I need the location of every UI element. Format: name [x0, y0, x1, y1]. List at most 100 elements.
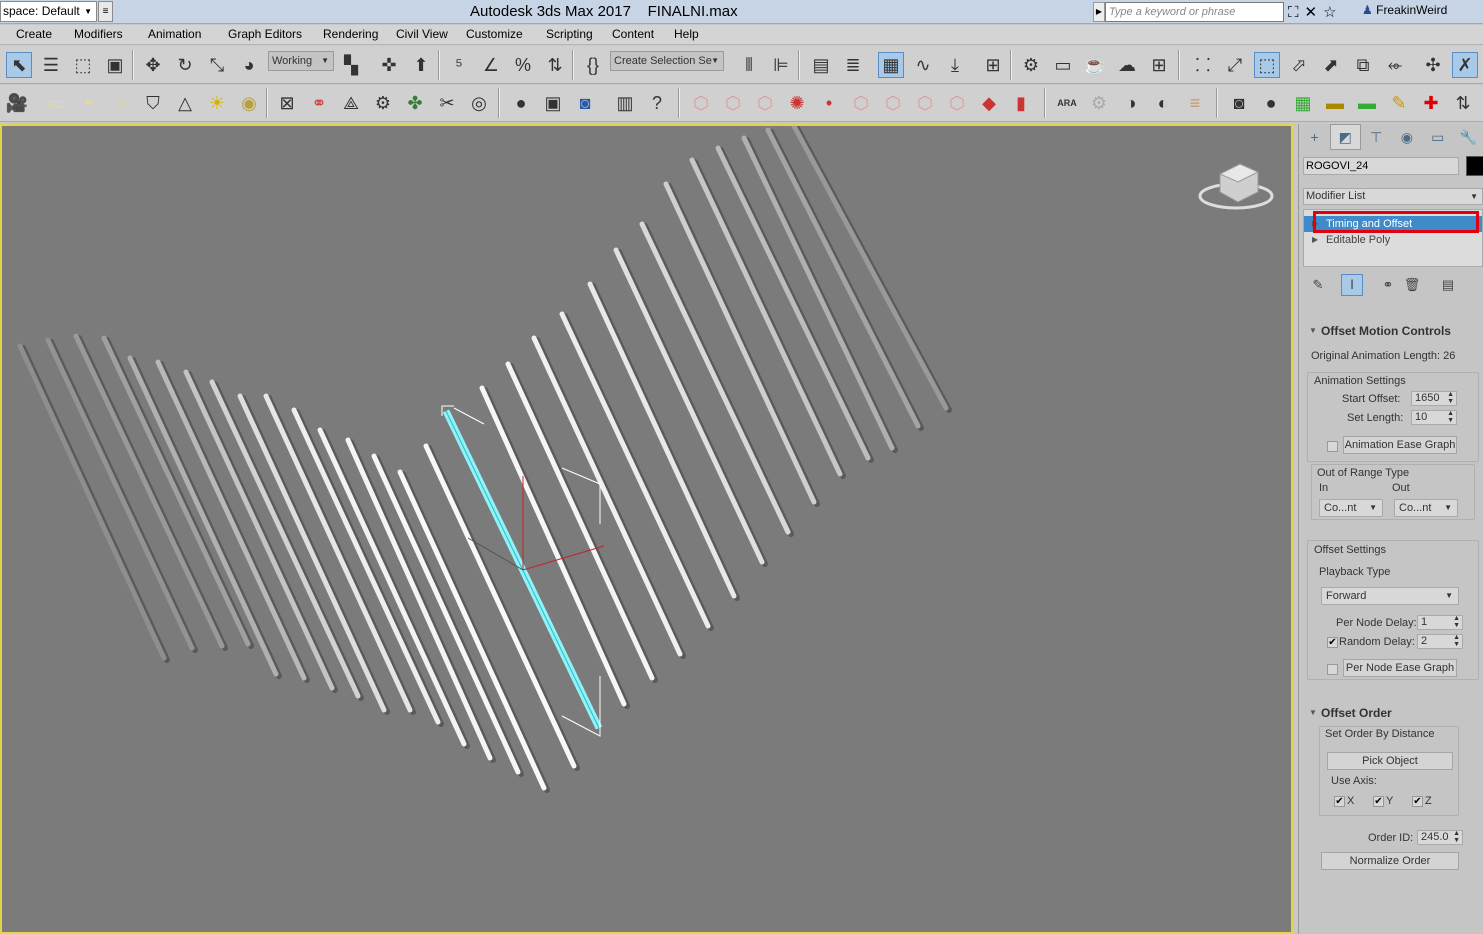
render-iterative-icon[interactable]: ☁ [1114, 52, 1140, 78]
primitive-6-icon[interactable]: ⬡ [848, 90, 874, 116]
select-object-icon[interactable]: ⬉ [6, 52, 32, 78]
axis-z-checkbox[interactable]: ✔ [1412, 796, 1423, 807]
expand-icon[interactable]: ▶ [1312, 232, 1318, 248]
scale-icon[interactable]: ⤡ [204, 52, 230, 78]
primitive-3-icon[interactable]: ⬡ [752, 90, 778, 116]
plant-icon[interactable]: ✤ [402, 90, 428, 116]
pole[interactable] [765, 127, 921, 429]
rendered-frame-icon[interactable]: ▭ [1050, 52, 1076, 78]
primitive-7-icon[interactable]: ⬡ [880, 90, 906, 116]
bomb-icon[interactable]: ● [1258, 90, 1284, 116]
edit-named-selection-icon[interactable]: {} [580, 52, 606, 78]
primitive-11-icon[interactable]: ▮ [1008, 90, 1034, 116]
create-tab-icon[interactable]: + [1299, 124, 1330, 150]
primitive-8-icon[interactable]: ⬡ [912, 90, 938, 116]
color-wheel-icon[interactable]: ◑ [1118, 90, 1144, 116]
axis-y-checkbox[interactable]: ✔ [1373, 796, 1384, 807]
spinner-arrows-icon[interactable]: ▲ ▼ [1447, 410, 1454, 424]
pole[interactable] [559, 311, 711, 629]
brush-icon[interactable]: ✎ [1386, 90, 1412, 116]
pole[interactable] [689, 157, 843, 477]
modify-tab-icon[interactable]: ◩ [1329, 124, 1361, 150]
spinner-arrows-icon[interactable]: ▲ ▼ [1447, 391, 1454, 405]
primitive-2-icon[interactable]: ⬡ [720, 90, 746, 116]
pole[interactable] [17, 343, 167, 661]
pole[interactable] [423, 443, 577, 769]
animation-ease-graph-button[interactable]: Animation Ease Graph [1343, 436, 1457, 454]
pole[interactable] [155, 359, 307, 681]
align-icon[interactable]: ⊫ [768, 52, 794, 78]
menu-animation[interactable]: Animation [148, 27, 201, 41]
custom-tool-1-icon[interactable]: ⸬ [1190, 52, 1216, 78]
make-unique-icon[interactable]: ⚭ [1377, 274, 1399, 296]
custom-tool-3-icon[interactable]: ⬚ [1254, 52, 1280, 78]
playback-type-dropdown[interactable]: Forward ▼ [1321, 587, 1459, 605]
help-icon[interactable]: ? [644, 90, 670, 116]
film-camera-icon[interactable]: 🎥 [4, 90, 30, 116]
layer-explorer-icon[interactable]: ≣ [840, 52, 866, 78]
cone-icon[interactable]: △ [172, 90, 198, 116]
custom-tool-9-icon[interactable]: ✗ [1452, 52, 1478, 78]
custom-tool-5-icon[interactable]: ⬈ [1318, 52, 1344, 78]
menu-civil-view[interactable]: Civil View [396, 27, 448, 41]
spinner-snap-icon[interactable]: ⇅ [542, 52, 568, 78]
mirror-icon[interactable]: ⫴ [736, 52, 762, 78]
properties-icon[interactable]: ▥ [612, 90, 638, 116]
curve-editor-icon[interactable]: ∿ [910, 52, 936, 78]
configure-sets-icon[interactable]: ▤ [1437, 274, 1459, 296]
ribbon-toggle-icon[interactable]: ▦ [878, 52, 904, 78]
material-sphere-icon[interactable]: ● [508, 90, 534, 116]
pole[interactable] [101, 335, 251, 647]
select-by-name-icon[interactable]: ☰ [38, 52, 64, 78]
pole[interactable] [73, 333, 225, 649]
disc-icon[interactable]: ◉ [236, 90, 262, 116]
rollout-offset-order[interactable]: ▼ Offset Order [1303, 704, 1479, 722]
order-id-spinner[interactable]: 245.0 ▲ ▼ [1417, 830, 1463, 845]
menu-rendering[interactable]: Rendering [323, 27, 378, 41]
custom-tool-4-icon[interactable]: ⬀ [1286, 52, 1312, 78]
pole[interactable] [397, 469, 547, 791]
render-setup-icon[interactable]: ⚙ [1018, 52, 1044, 78]
settings-gear-icon[interactable]: ⚙ [1086, 90, 1112, 116]
search-expand-icon[interactable]: ▶ [1093, 2, 1105, 22]
menu-create[interactable]: Create [16, 27, 52, 41]
rollout-offset-motion[interactable]: ▼ Offset Motion Controls [1303, 322, 1479, 340]
spinner-arrows-icon[interactable]: ▲ ▼ [1453, 615, 1460, 629]
primitive-5-icon[interactable]: • [816, 90, 842, 116]
mrdr-icon[interactable]: ARA [1054, 90, 1080, 116]
gradient-icon[interactable]: ▬ [1354, 90, 1380, 116]
wood-icon[interactable]: ◎ [466, 90, 492, 116]
set-length-spinner[interactable]: 10 ▲ ▼ [1411, 410, 1457, 425]
primitive-4-icon[interactable]: ✺ [784, 90, 810, 116]
show-end-result-icon[interactable]: Ⅰ [1341, 274, 1363, 296]
select-manipulate-icon[interactable]: ✜ [376, 52, 402, 78]
spreadsheet-icon[interactable]: ▦ [1290, 90, 1316, 116]
in-range-dropdown[interactable]: Co...nt ▼ [1319, 499, 1383, 517]
pick-object-button[interactable]: Pick Object [1327, 752, 1453, 770]
render-production-icon[interactable]: ☕ [1082, 52, 1108, 78]
menu-customize[interactable]: Customize [466, 27, 523, 41]
plane-icon[interactable]: ▭ [44, 90, 70, 116]
pole[interactable] [791, 126, 949, 411]
dope-sheet-icon[interactable]: ⤓ [942, 52, 968, 78]
object-color-swatch[interactable] [1466, 156, 1483, 176]
workspace-menu-button[interactable]: ≡ [98, 1, 113, 22]
stack-icon[interactable]: ≡ [1182, 90, 1208, 116]
rotate-icon[interactable]: ↻ [172, 52, 198, 78]
axis-x-checkbox[interactable]: ✔ [1334, 796, 1345, 807]
pole[interactable] [715, 145, 871, 461]
keyboard-shortcut-icon[interactable]: ⬆ [408, 52, 434, 78]
pole[interactable] [263, 393, 413, 713]
spinner-arrows-icon[interactable]: ▲ ▼ [1453, 830, 1460, 844]
pole[interactable] [531, 335, 683, 657]
workspace-dropdown[interactable]: space: Default ▼ [0, 1, 97, 22]
pyramid-icon[interactable]: ⟁ [338, 90, 364, 116]
start-offset-spinner[interactable]: 1650 ▲ ▼ [1411, 391, 1457, 406]
user-account[interactable]: ♟ FreakinWeird [1362, 3, 1447, 17]
motion-tab-icon[interactable]: ◉ [1392, 124, 1423, 150]
select-place-icon[interactable]: ◕ [236, 52, 262, 78]
arrows-icon[interactable]: ⇅ [1450, 90, 1476, 116]
per-node-ease-checkbox[interactable] [1327, 664, 1338, 675]
exchange-icon[interactable]: ✕ [1305, 3, 1318, 21]
dome-icon[interactable]: ◓ [76, 90, 102, 116]
